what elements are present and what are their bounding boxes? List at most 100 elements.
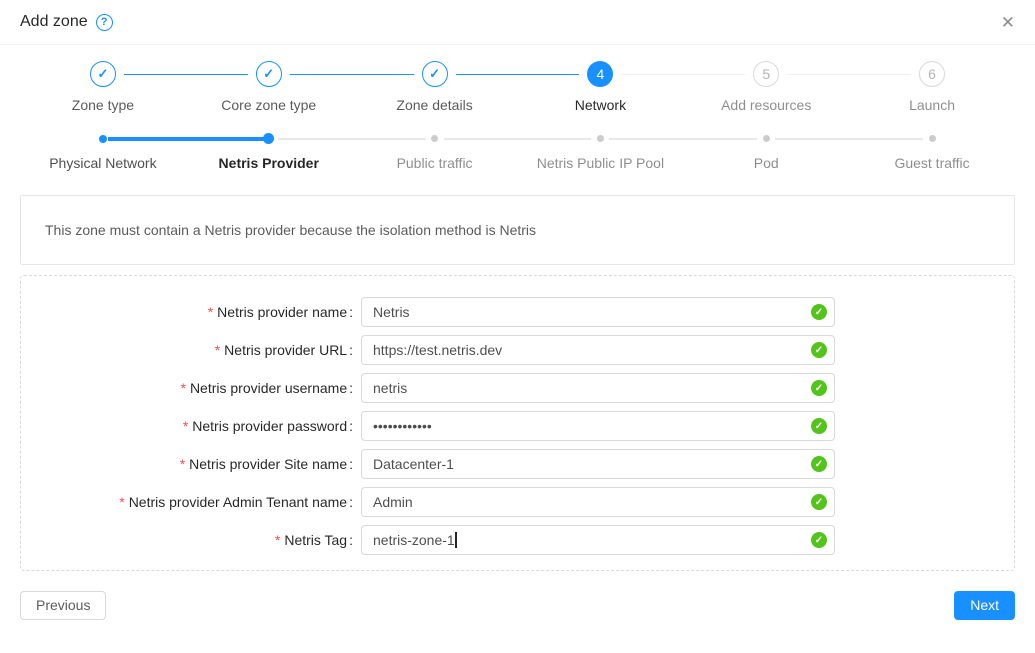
field-label: *Netris provider Site name:: [21, 456, 361, 472]
title-wrap: Add zone ?: [20, 13, 113, 31]
substep-dot-wrap: [517, 133, 683, 144]
substep-guest-traffic[interactable]: Guest traffic: [849, 133, 1015, 171]
step-zone-details[interactable]: ✓ Zone details: [352, 61, 518, 113]
previous-button[interactable]: Previous: [20, 591, 106, 620]
input-wrap: ✓: [361, 487, 835, 517]
success-check-icon: ✓: [811, 418, 827, 434]
substep-dot-wrap: [849, 133, 1015, 144]
input-netris-provider-name[interactable]: [361, 297, 835, 327]
substep-dot-icon: [263, 133, 274, 144]
substep-dot-wrap: [352, 133, 518, 144]
substep-dot-icon: [929, 135, 936, 142]
substep-public-traffic[interactable]: Public traffic: [352, 133, 518, 171]
input-wrap: ✓: [361, 297, 835, 327]
substep-label: Pod: [683, 155, 849, 171]
close-icon[interactable]: ✕: [1001, 14, 1015, 31]
input-netris-provider-url[interactable]: [361, 335, 835, 365]
label-colon: :: [349, 456, 353, 472]
form-row: * Netris provider Admin Tenant name: ✓: [21, 487, 990, 517]
required-asterisk: *: [215, 342, 220, 358]
field-label-text: Netris provider password: [192, 418, 347, 434]
step-check-icon: ✓: [256, 61, 282, 87]
substep-label: Physical Network: [20, 155, 186, 171]
step-label: Zone details: [352, 97, 518, 113]
form-row: *Netris provider username: ✓: [21, 373, 990, 403]
substep-dot-icon: [99, 135, 107, 143]
input-netris-tag[interactable]: [361, 525, 835, 555]
success-check-icon: ✓: [811, 342, 827, 358]
substep-dot-wrap: [186, 133, 352, 144]
substep-physical-network[interactable]: Physical Network: [20, 133, 186, 171]
label-colon: :: [349, 494, 353, 510]
field-label-text: Netris provider username: [190, 380, 347, 396]
step-number: 4: [587, 61, 613, 87]
notice-box: This zone must contain a Netris provider…: [20, 195, 1015, 265]
field-label: * Netris provider Admin Tenant name:: [21, 494, 361, 510]
form-row: *Netris provider password: ✓: [21, 411, 990, 441]
step-label: Zone type: [20, 97, 186, 113]
step-zone-type[interactable]: ✓ Zone type: [20, 61, 186, 113]
wizard-steps: ✓Zone type✓Core zone type✓Zone details4N…: [20, 61, 1015, 113]
page-title: Add zone: [20, 13, 88, 31]
field-label: *Netris provider password:: [21, 418, 361, 434]
form-row: *Netris Tag:✓: [21, 525, 990, 555]
field-label: *Netris provider name:: [21, 304, 361, 320]
label-colon: :: [349, 380, 353, 396]
next-button[interactable]: Next: [954, 591, 1015, 620]
field-label: *Netris Tag:: [21, 532, 361, 548]
step-add-resources[interactable]: 5 Add resources: [683, 61, 849, 113]
substep-netris-public-ip-pool[interactable]: Netris Public IP Pool: [517, 133, 683, 171]
substep-pod[interactable]: Pod: [683, 133, 849, 171]
modal-header: Add zone ? ✕: [0, 0, 1035, 45]
step-number: 6: [919, 61, 945, 87]
input-netris-provider-username[interactable]: [361, 373, 835, 403]
field-label-text: Netris provider Admin Tenant name: [129, 494, 347, 510]
input-wrap: ✓: [361, 411, 835, 441]
form-row: *Netris provider Site name:✓: [21, 449, 990, 479]
substep-netris-provider[interactable]: Netris Provider: [186, 133, 352, 171]
label-colon: :: [349, 304, 353, 320]
substep-label: Netris Provider: [186, 155, 352, 171]
label-colon: :: [349, 342, 353, 358]
add-zone-modal: Add zone ? ✕ ✓Zone type✓Core zone type✓Z…: [0, 0, 1035, 620]
step-label: Launch: [849, 97, 1015, 113]
input-wrap: ✓: [361, 335, 835, 365]
field-label-text: Netris Tag: [284, 532, 347, 548]
label-colon: :: [349, 418, 353, 434]
step-check-icon: ✓: [422, 61, 448, 87]
step-network[interactable]: 4Network: [517, 61, 683, 113]
form-row: *Netris provider URL: ✓: [21, 335, 990, 365]
substep-label: Netris Public IP Pool: [517, 155, 683, 171]
success-check-icon: ✓: [811, 494, 827, 510]
modal-footer: Previous Next: [0, 571, 1035, 620]
modal-body: ✓Zone type✓Core zone type✓Zone details4N…: [0, 61, 1035, 571]
substep-dot-wrap: [20, 133, 186, 144]
success-check-icon: ✓: [811, 380, 827, 396]
input-netris-provider-admin-tenant-name[interactable]: [361, 487, 835, 517]
netris-provider-form: *Netris provider name:✓*Netris provider …: [20, 275, 1015, 571]
required-asterisk: *: [119, 494, 124, 510]
step-label: Add resources: [683, 97, 849, 113]
required-asterisk: *: [180, 456, 185, 472]
notice-text: This zone must contain a Netris provider…: [45, 222, 536, 238]
field-label: *Netris provider URL:: [21, 342, 361, 358]
substep-dot-icon: [431, 135, 438, 142]
substep-dot-icon: [763, 135, 770, 142]
help-icon[interactable]: ?: [96, 14, 113, 31]
input-wrap: ✓: [361, 525, 835, 555]
step-number: 5: [753, 61, 779, 87]
field-label: *Netris provider username:: [21, 380, 361, 396]
substep-dot-icon: [597, 135, 604, 142]
input-wrap: ✓: [361, 373, 835, 403]
step-check-icon: ✓: [90, 61, 116, 87]
step-launch[interactable]: 6 Launch: [849, 61, 1015, 113]
step-core-zone-type[interactable]: ✓Core zone type: [186, 61, 352, 113]
network-substeps: Physical NetworkNetris ProviderPublic tr…: [20, 133, 1015, 171]
label-colon: :: [349, 532, 353, 548]
form-row: *Netris provider name:✓: [21, 297, 990, 327]
substep-dot-wrap: [683, 133, 849, 144]
input-netris-provider-site-name[interactable]: [361, 449, 835, 479]
input-netris-provider-password[interactable]: [361, 411, 835, 441]
substep-label: Guest traffic: [849, 155, 1015, 171]
required-asterisk: *: [275, 532, 280, 548]
